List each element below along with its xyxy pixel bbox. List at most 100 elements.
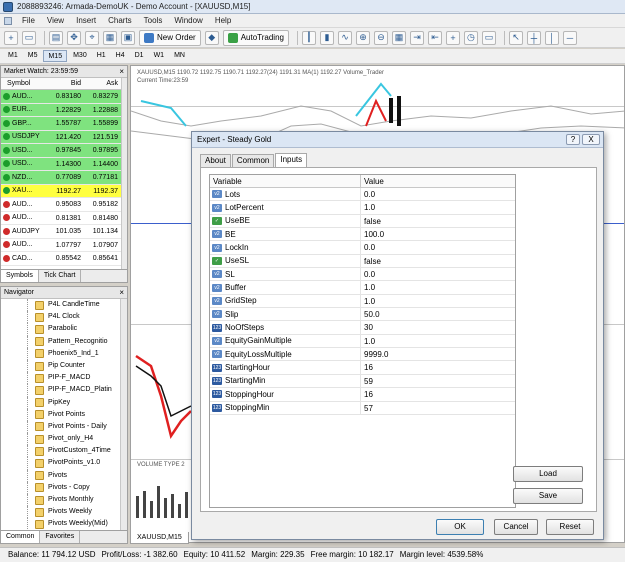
period-h4[interactable]: H4 [112,50,129,62]
menu-file[interactable]: File [16,16,41,25]
navigator-indicator-item[interactable]: PIP-F_MACD [1,372,121,385]
input-row[interactable]: 123 StartingMin 59 [210,374,515,389]
navigator-indicator-item[interactable]: Pivots - Copy [1,481,121,494]
menu-view[interactable]: View [41,16,70,25]
new-chart-icon[interactable]: + [4,30,18,45]
column-value[interactable]: Value [361,175,384,187]
market-watch-row[interactable]: AUDJPY 101.035 101.134 [1,225,127,239]
value-cell[interactable]: 1.0 [361,295,375,307]
periods-icon[interactable]: ◷ [463,30,478,45]
market-watch-row[interactable]: AUD... 0.81381 0.81480 [1,211,127,225]
cursor-icon[interactable]: ↖ [508,30,523,45]
zoom-out-icon[interactable]: ⊖ [373,30,388,45]
navigator-indicator-item[interactable]: P4L CandleTime [1,299,121,312]
navigator-indicator-item[interactable]: Pattern_Recognitio [1,335,121,348]
tile-windows-icon[interactable]: ▦ [391,30,406,45]
value-cell[interactable]: 50.0 [361,308,380,320]
navigator-indicator-item[interactable]: Pivot Points - Daily [1,420,121,434]
strategy-tester-icon[interactable]: ▣ [121,30,135,45]
value-cell[interactable]: false [361,215,381,227]
terminal-icon[interactable]: ▦ [103,30,117,45]
navigator-indicator-item[interactable]: PivotPoints_v1.0 [1,457,121,470]
line-chart-icon[interactable]: ∿ [337,30,352,45]
tab-inputs[interactable]: Inputs [275,153,308,167]
market-watch-row[interactable]: AUD... 0.95083 0.95182 [1,198,127,212]
auto-trading-button[interactable]: AutoTrading [222,29,289,46]
tab-favorites[interactable]: Favorites [40,531,81,543]
column-ask[interactable]: Ask [84,78,121,89]
period-w1[interactable]: W1 [150,50,169,62]
input-row[interactable]: v2 Buffer 1.0 [210,281,515,295]
value-cell[interactable]: 0.0 [361,241,375,253]
close-icon[interactable]: × [119,66,124,78]
navigator-indicator-item[interactable]: Pivots Weekly [1,506,121,519]
navigator-indicator-item[interactable]: PivotCustom_4Time [1,445,121,458]
value-cell[interactable]: 1.0 [361,281,375,293]
market-watch-row[interactable]: CAD... 0.85542 0.85641 [1,252,127,266]
chart-window-icon[interactable] [4,16,12,25]
crosshair-icon[interactable]: ┼ [526,30,541,45]
period-m5[interactable]: M5 [24,50,42,62]
market-watch-row[interactable]: USD... 1.14300 1.14400 [1,157,127,171]
period-m1[interactable]: M1 [4,50,22,62]
menu-tools[interactable]: Tools [138,16,169,25]
tab-about[interactable]: About [200,154,231,167]
templates-icon[interactable]: ▭ [481,30,496,45]
value-cell[interactable]: 1.0 [361,201,375,213]
autoscroll-icon[interactable]: ⇥ [409,30,424,45]
chart-tab[interactable]: XAUUSD,M15 [130,532,189,544]
input-row[interactable]: 123 StoppingHour 16 [210,388,515,402]
menu-help[interactable]: Help [209,16,237,25]
market-watch-icon[interactable]: ▤ [49,30,63,45]
column-symbol[interactable]: Symbol [1,78,47,89]
input-row[interactable]: v2 EquityLossMultiple 9999.0 [210,348,515,362]
ok-button[interactable]: OK [436,519,484,535]
column-bid[interactable]: Bid [47,78,84,89]
input-row[interactable]: v2 EquityGainMultiple 1.0 [210,334,515,349]
market-watch-row[interactable]: USDJPY 121.420 121.519 [1,130,127,144]
input-row[interactable]: v2 GridStep 1.0 [210,294,515,309]
period-h1[interactable]: H1 [93,50,110,62]
input-row[interactable]: 123 StoppingMin 57 [210,401,515,415]
meta-editor-icon[interactable]: ◆ [204,30,219,45]
navigator-indicator-item[interactable]: Parabolic [1,323,121,336]
tab-tick-chart[interactable]: Tick Chart [39,270,82,282]
load-button[interactable]: Load [513,466,583,482]
period-m30[interactable]: M30 [69,50,91,62]
reset-button[interactable]: Reset [546,519,594,535]
input-row[interactable]: 123 StartingHour 16 [210,361,515,375]
tab-symbols[interactable]: Symbols [1,270,39,282]
data-window-icon[interactable]: ✥ [67,30,81,45]
navigator-indicator-item[interactable]: Phoenix5_Ind_1 [1,347,121,360]
navigator-indicator-item[interactable]: Pivots Weekly(Mid) [1,518,121,531]
market-watch-row[interactable]: AUD... 1.07797 1.07907 [1,238,127,252]
navigator-icon[interactable]: ⌖ [85,30,99,45]
column-variable[interactable]: Variable [210,175,361,187]
input-row[interactable]: 123 NoOfSteps 30 [210,321,515,335]
value-cell[interactable]: 100.0 [361,228,384,240]
input-row[interactable]: v2 BE 100.0 [210,228,515,242]
input-row[interactable]: ✓ UseBE false [210,214,515,229]
input-row[interactable]: v2 LotPercent 1.0 [210,201,515,215]
market-watch-row[interactable]: NZD... 0.77089 0.77181 [1,171,127,185]
period-m15[interactable]: M15 [43,50,68,62]
market-watch-row[interactable]: EUR... 1.22829 1.22888 [1,103,127,117]
value-cell[interactable]: 16 [361,388,373,400]
save-button[interactable]: Save [513,488,583,504]
navigator-indicator-item[interactable]: Pivot Points [1,408,121,421]
value-cell[interactable]: 9999.0 [361,348,388,360]
value-cell[interactable]: 0.0 [361,188,375,200]
tab-common[interactable]: Common [1,531,41,543]
new-order-button[interactable]: New Order [139,29,201,46]
input-row[interactable]: v2 Lots 0.0 [210,188,515,202]
market-watch-row[interactable]: AUD... 0.83180 0.83279 [1,90,127,104]
market-watch-scrollbar[interactable] [121,78,127,270]
input-row[interactable]: v2 Slip 50.0 [210,308,515,322]
help-button[interactable]: ? [566,134,580,145]
input-row[interactable]: ✓ UseSL false [210,254,515,269]
input-row[interactable]: v2 SL 0.0 [210,268,515,282]
navigator-indicator-item[interactable]: Pip Counter [1,359,121,373]
input-row[interactable]: v2 LockIn 0.0 [210,241,515,255]
period-d1[interactable]: D1 [131,50,148,62]
value-cell[interactable]: 57 [361,402,373,414]
